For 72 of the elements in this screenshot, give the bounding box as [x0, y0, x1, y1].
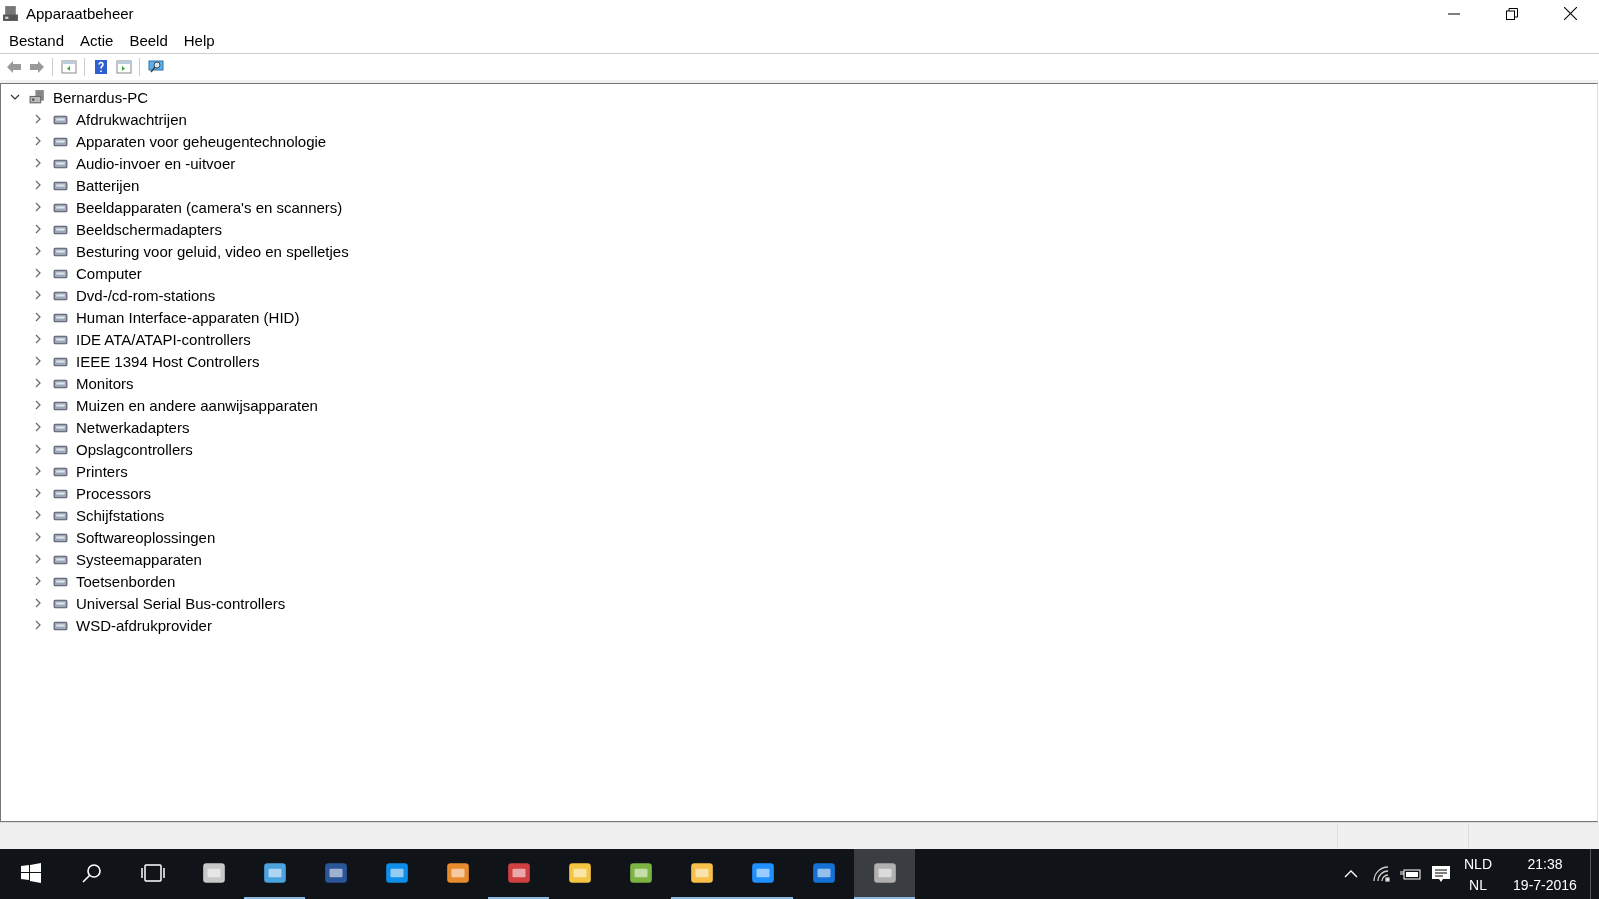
language-indicator[interactable]: NLD NL [1456, 849, 1500, 899]
chevron-icon [33, 180, 43, 190]
tree-item[interactable]: IDE ATA/ATAPI-controllers [76, 330, 251, 348]
chevron-icon [33, 422, 43, 432]
menu-item[interactable]: Beeld [121, 29, 176, 51]
tree-item[interactable]: Apparaten voor geheugentechnologie [76, 132, 327, 150]
chevron-icon [33, 488, 43, 498]
chevron-icon [33, 312, 43, 322]
tree-item[interactable]: Schijfstations [76, 506, 165, 524]
chevron-icon [33, 136, 43, 146]
menu-item[interactable]: Help [175, 29, 223, 51]
chevron-icon [33, 224, 43, 234]
chevron-icon [33, 356, 43, 366]
search-icon [81, 863, 102, 883]
window-title: Apparaatbeheer [26, 5, 134, 22]
menu-item[interactable]: Actie [72, 29, 122, 51]
tree-item[interactable]: Computer [76, 264, 142, 282]
chevron-icon [33, 246, 43, 256]
chevron-icon [33, 400, 43, 410]
computer-icon [29, 88, 46, 106]
tree-item[interactable]: Afdrukwachtrijen [76, 110, 187, 128]
tree-item[interactable]: Systeemapparaten [76, 550, 202, 568]
tree-item[interactable]: Human Interface-apparaten (HID) [76, 308, 300, 326]
tree-item[interactable]: Opslagcontrollers [76, 440, 193, 458]
chevron-icon [33, 466, 43, 476]
chevron-icon [33, 598, 43, 608]
clock[interactable]: 21:38 19-7-2016 [1500, 849, 1590, 899]
tree-item[interactable]: IEEE 1394 Host Controllers [76, 352, 260, 370]
tree-item[interactable]: Beeldschermadapters [76, 220, 222, 238]
tree-item[interactable]: Processors [76, 484, 152, 502]
chevron-icon [33, 158, 43, 168]
window-pane-icon [60, 59, 77, 75]
arrow-right-icon [28, 59, 45, 75]
chevron-icon [33, 532, 43, 542]
chevron-icon [33, 268, 43, 278]
window-pane-icon [115, 59, 132, 75]
chevron-icon [33, 444, 43, 454]
tree-item[interactable]: Toetsenborden [76, 572, 176, 590]
close-icon [1563, 7, 1577, 20]
menu-item[interactable]: Bestand [1, 29, 73, 51]
windows-logo-icon [20, 863, 41, 883]
tree-item[interactable]: Monitors [76, 374, 134, 392]
chevron-icon [33, 114, 43, 124]
chevron-up-icon [1344, 870, 1358, 878]
tree-item[interactable]: Muizen en andere aanwijsapparaten [76, 396, 318, 414]
tree-item[interactable]: Bernardus-PC [53, 88, 149, 106]
tree-item[interactable]: Universal Serial Bus-controllers [76, 594, 286, 612]
device-manager-icon [2, 5, 19, 22]
chevron-icon [33, 554, 43, 564]
tree-item[interactable]: Netwerkadapters [76, 418, 190, 436]
arrow-left-icon [5, 59, 22, 75]
tree-item[interactable]: Batterijen [76, 176, 140, 194]
taskbar-app[interactable] [854, 849, 915, 899]
tree-item[interactable]: WSD-afdrukprovider [76, 616, 212, 634]
chevron-icon [33, 290, 43, 300]
tree-item[interactable]: Printers [76, 462, 128, 480]
help-icon [92, 59, 109, 75]
tree-item[interactable]: Besturing voor geluid, video en spelletjes [76, 242, 349, 260]
restore-icon [1506, 7, 1518, 20]
chevron-icon [10, 92, 20, 102]
tree-item[interactable]: Softwareoplossingen [76, 528, 216, 546]
chevron-icon [33, 378, 43, 388]
task-view-icon [140, 863, 165, 883]
chevron-icon [33, 510, 43, 520]
tree-item[interactable]: Audio-invoer en -uitvoer [76, 154, 236, 172]
chevron-icon [33, 202, 43, 212]
chevron-icon [33, 620, 43, 630]
chevron-icon [33, 334, 43, 344]
chevron-icon [33, 576, 43, 586]
tree-item[interactable]: Beeldapparaten (camera's en scanners) [76, 198, 343, 216]
monitor-magnifier-icon [147, 59, 164, 75]
tree-item[interactable]: Dvd-/cd-rom-stations [76, 286, 216, 304]
